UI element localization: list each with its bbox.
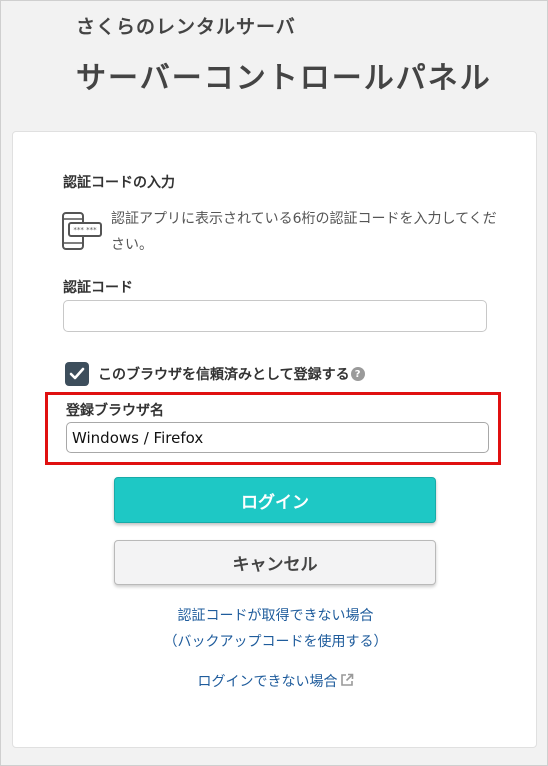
brand-subtitle: さくらのレンタルサーバ — [76, 16, 296, 38]
code-label: 認証コード — [63, 280, 133, 296]
auth-card: 認証コードの入力 *** *** 認証アプリに表示されている6桁の認証コードを入… — [12, 131, 537, 748]
backup-link-line1[interactable]: 認証コードが取得できない場合 — [13, 603, 538, 629]
question-circle-icon[interactable]: ? — [350, 367, 365, 381]
browser-name-input[interactable] — [66, 422, 489, 453]
header: さくらのレンタルサーバ サーバーコントロールパネル — [76, 12, 492, 97]
cancel-button[interactable]: キャンセル — [114, 540, 436, 585]
trust-browser-row[interactable]: このブラウザを信頼済みとして登録する ? — [65, 362, 365, 386]
trust-checkbox[interactable] — [65, 362, 89, 386]
browser-name-label: 登録ブラウザ名 — [66, 403, 164, 419]
backup-code-link[interactable]: 認証コードが取得できない場合 （バックアップコードを使用する） — [13, 603, 538, 655]
check-icon — [69, 367, 85, 380]
section-title: 認証コードの入力 — [63, 175, 175, 191]
external-link-icon — [340, 673, 353, 686]
phone-code-icon: *** *** — [61, 212, 111, 252]
cannot-login-label[interactable]: ログインできない場合 — [198, 674, 338, 690]
trust-label: このブラウザを信頼済みとして登録する — [98, 367, 350, 383]
login-button[interactable]: ログイン — [114, 477, 436, 523]
cannot-login-link[interactable]: ログインできない場合 — [13, 671, 538, 691]
auth-code-input[interactable] — [63, 300, 487, 332]
svg-text:*** ***: *** *** — [73, 226, 97, 234]
instruction-text: 認証アプリに表示されている6桁の認証コードを入力してください。 — [111, 211, 497, 253]
page-title: サーバーコントロールパネル — [76, 61, 492, 96]
backup-link-line2[interactable]: （バックアップコードを使用する） — [13, 629, 538, 655]
